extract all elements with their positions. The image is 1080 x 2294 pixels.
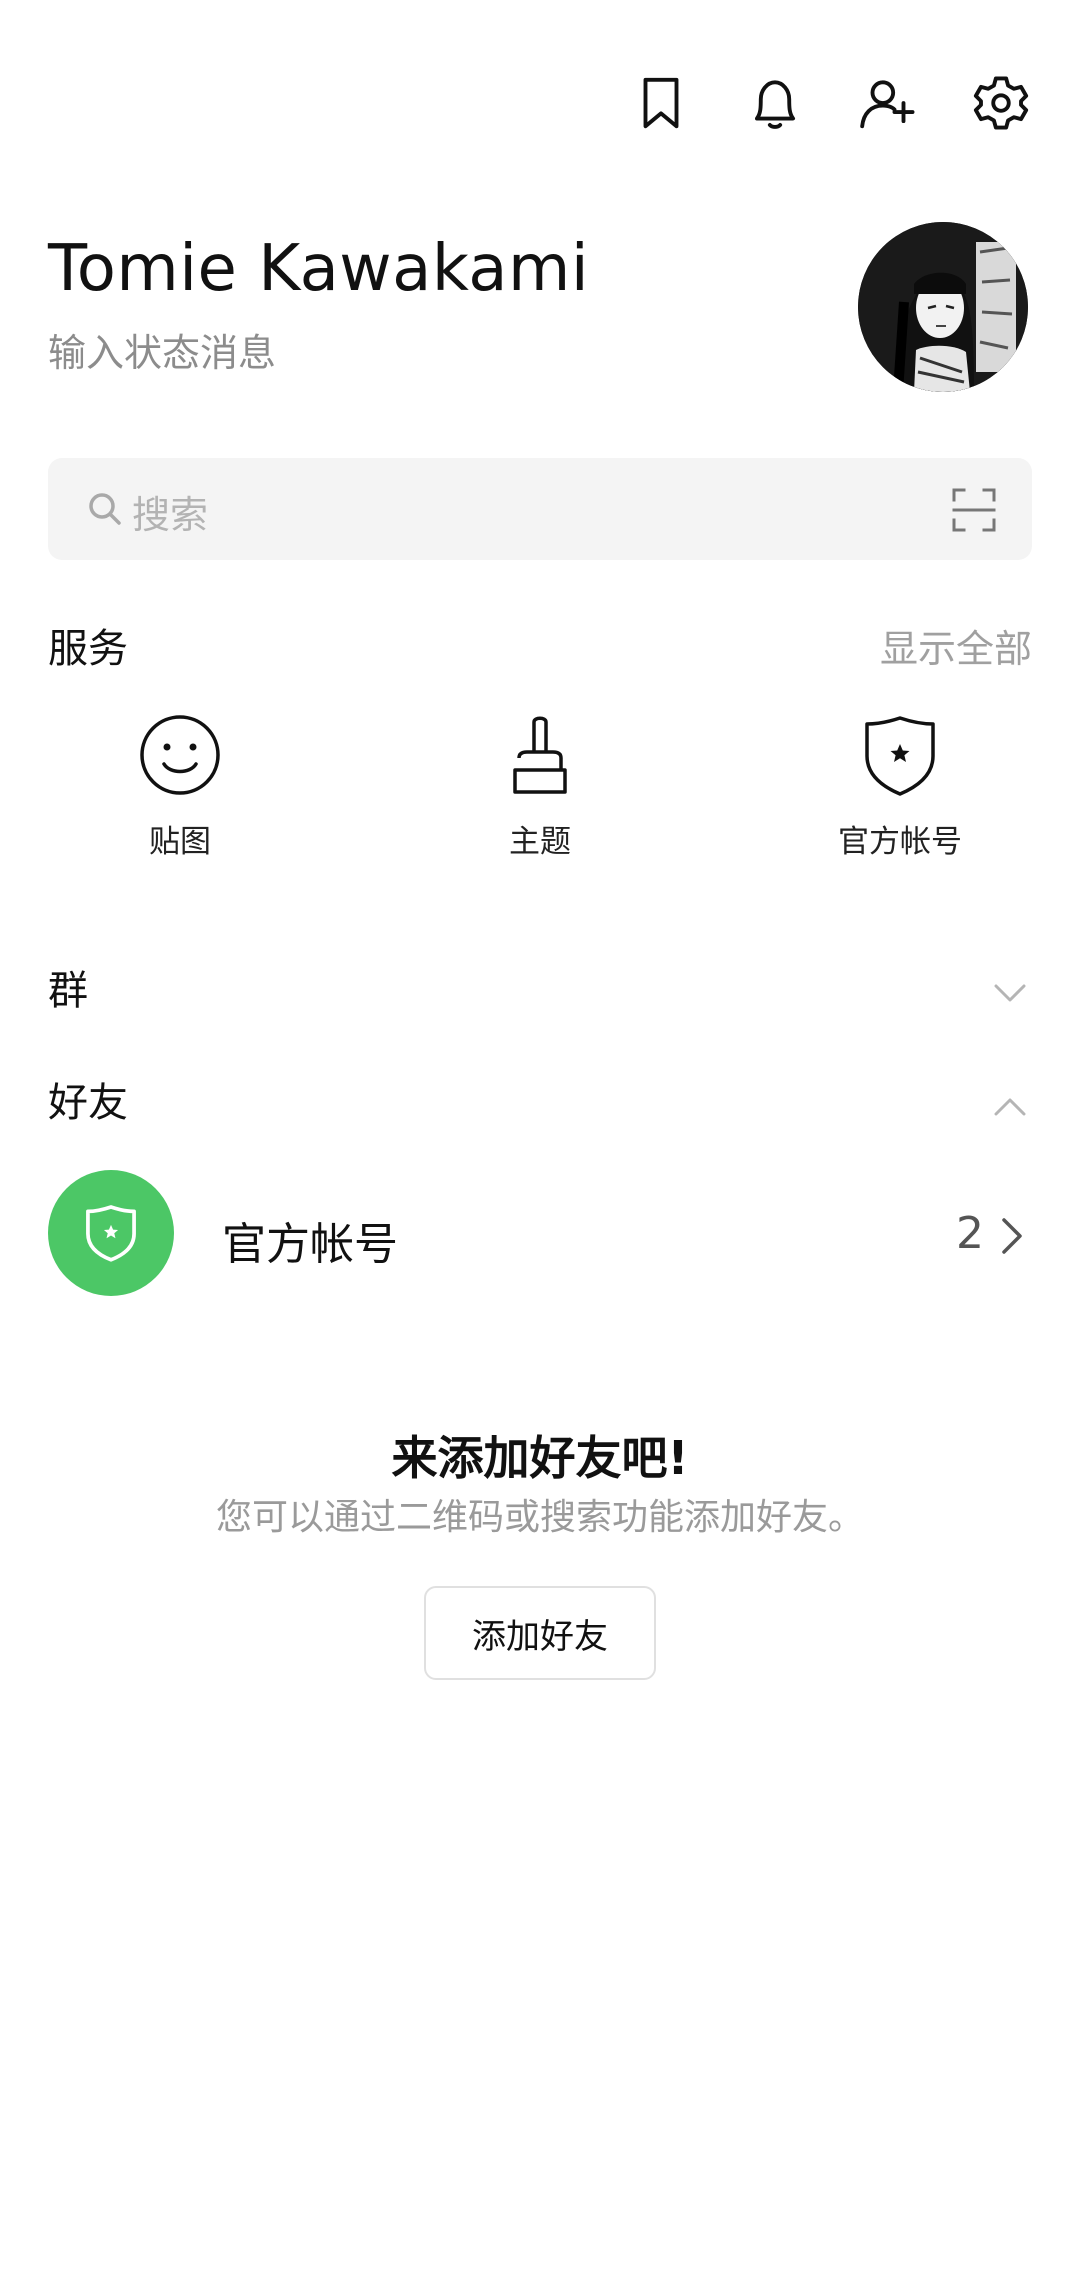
bookmark-icon[interactable] bbox=[628, 70, 694, 136]
shield-star-icon bbox=[865, 716, 935, 796]
services-title: 服务 bbox=[48, 626, 128, 672]
chevron-up-icon[interactable] bbox=[988, 1084, 1032, 1128]
search-input[interactable]: 搜索 bbox=[132, 484, 208, 539]
service-label: 贴图 bbox=[149, 824, 211, 860]
status-message-input[interactable]: 输入状态消息 bbox=[48, 322, 276, 377]
avatar[interactable] bbox=[858, 222, 1028, 392]
add-friend-icon[interactable] bbox=[855, 70, 921, 136]
service-label: 主题 bbox=[509, 824, 571, 860]
search-icon bbox=[89, 493, 121, 525]
show-all-link[interactable]: 显示全部 bbox=[880, 618, 1032, 673]
brush-icon bbox=[513, 716, 567, 794]
service-label: 官方帐号 bbox=[838, 824, 962, 860]
empty-state-description: 您可以通过二维码或搜索功能添加好友。 bbox=[215, 1497, 864, 1538]
shield-star-icon bbox=[86, 1205, 136, 1262]
empty-state-title: 来添加好友吧! bbox=[391, 1431, 689, 1485]
qr-scan-icon[interactable] bbox=[950, 486, 998, 534]
gear-icon[interactable] bbox=[968, 70, 1034, 136]
chevron-down-icon[interactable] bbox=[988, 972, 1032, 1016]
groups-title: 群 bbox=[48, 968, 88, 1014]
official-account-avatar bbox=[48, 1170, 174, 1296]
smiley-icon bbox=[140, 715, 220, 795]
service-official-accounts[interactable]: 官方帐号 bbox=[770, 712, 1030, 861]
bell-icon[interactable] bbox=[742, 70, 808, 136]
add-friend-button[interactable]: 添加好友 bbox=[424, 1586, 656, 1680]
profile-name: Tomie Kawakami bbox=[48, 232, 590, 306]
chevron-right-icon bbox=[1002, 1218, 1022, 1254]
service-themes[interactable]: 主题 bbox=[410, 712, 670, 861]
friends-title: 好友 bbox=[48, 1080, 128, 1126]
official-accounts-label: 官方帐号 bbox=[222, 1219, 398, 1270]
service-stickers[interactable]: 贴图 bbox=[50, 712, 310, 861]
official-accounts-count: 2 bbox=[956, 1208, 984, 1259]
